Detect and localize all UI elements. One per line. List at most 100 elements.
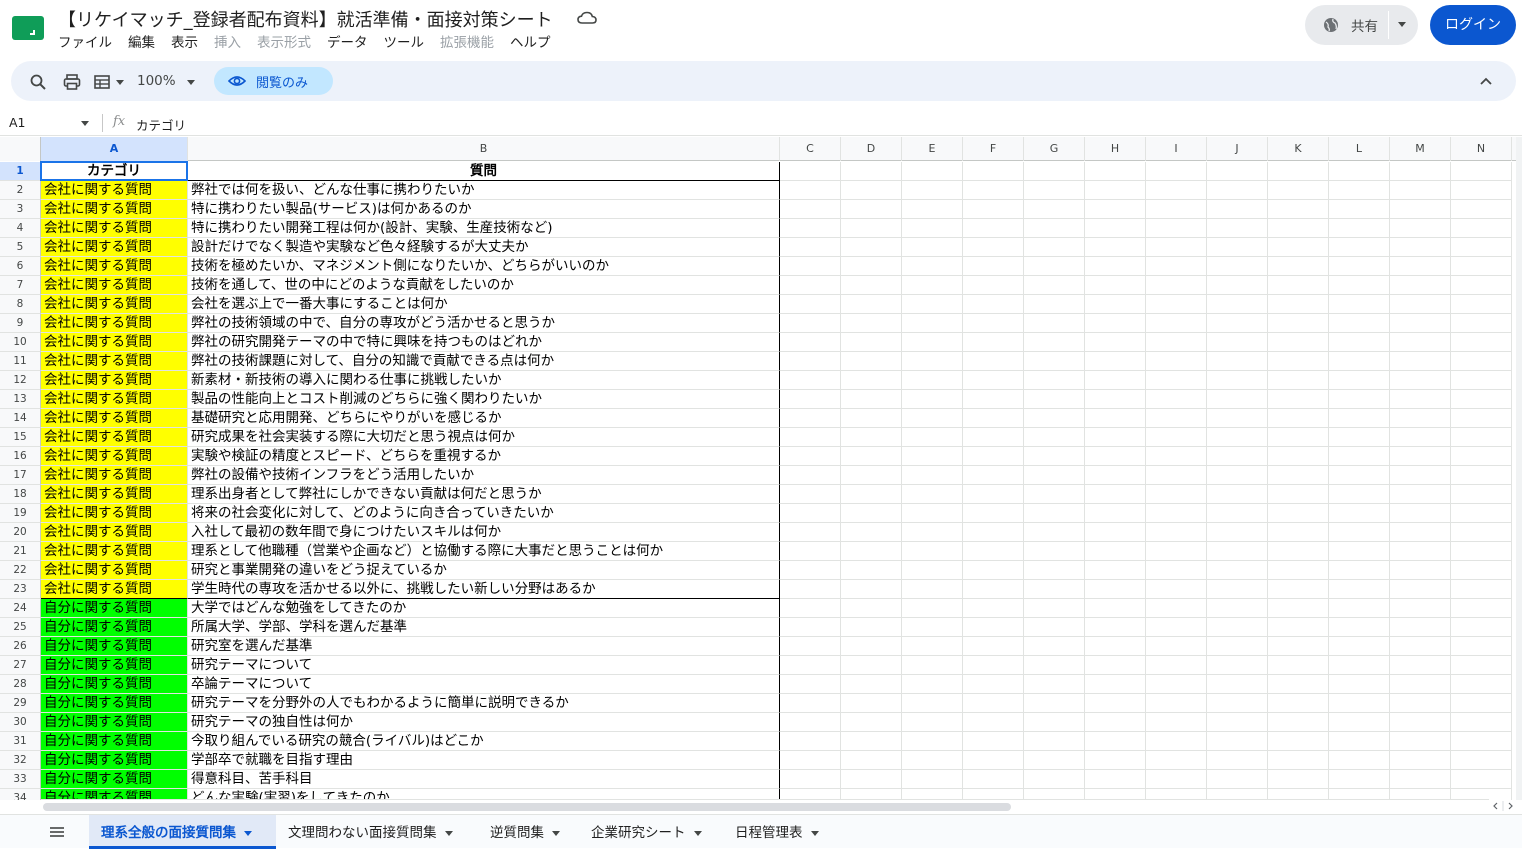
cell[interactable] (780, 599, 841, 618)
row-number[interactable]: 28 (0, 675, 41, 694)
cell[interactable] (1146, 447, 1207, 466)
cell[interactable] (902, 694, 963, 713)
cell[interactable] (1390, 694, 1451, 713)
cell-question[interactable]: 技術を通して、世の中にどのような貢献をしたいのか (188, 276, 780, 295)
cell[interactable] (1207, 561, 1268, 580)
cell-question[interactable]: 卒論テーマについて (188, 675, 780, 694)
chevron-down-icon[interactable] (693, 830, 702, 836)
sheet-tab[interactable]: 企業研究シート (579, 815, 723, 849)
cell[interactable] (1207, 219, 1268, 238)
column-header-k[interactable]: K (1268, 137, 1329, 161)
cell[interactable] (780, 656, 841, 675)
spreadsheet-grid[interactable]: ABCDEFGHIJKLMN 1 カテゴリ 質問 2 会社に関する質問 弊社では何を扱い、… (0, 137, 1522, 800)
formula-input[interactable]: カテゴリ (136, 115, 186, 134)
row-number[interactable]: 12 (0, 371, 41, 390)
cell-category[interactable]: 自分に関する質問 (41, 656, 188, 675)
cell[interactable] (1024, 333, 1085, 352)
cell[interactable] (1268, 257, 1329, 276)
zoom-select[interactable]: 100% (137, 73, 176, 89)
cell[interactable] (902, 485, 963, 504)
cell[interactable] (1024, 694, 1085, 713)
cell-question[interactable]: 学部卒で就職を目指す理由 (188, 751, 780, 770)
cell-category[interactable]: 会社に関する質問 (41, 314, 188, 333)
column-header-b[interactable]: B (188, 137, 780, 161)
column-header-e[interactable]: E (902, 137, 963, 161)
cell[interactable] (1085, 599, 1146, 618)
cell-category[interactable]: 自分に関する質問 (41, 637, 188, 656)
cell[interactable] (1207, 428, 1268, 447)
row-number[interactable]: 26 (0, 637, 41, 656)
cell[interactable] (1024, 162, 1085, 181)
column-header-m[interactable]: M (1390, 137, 1451, 161)
cell[interactable] (1390, 523, 1451, 542)
row-number[interactable]: 34 (0, 789, 41, 800)
column-header-c[interactable]: C (780, 137, 841, 161)
cell[interactable] (1146, 542, 1207, 561)
cell[interactable] (841, 409, 902, 428)
cell[interactable] (780, 181, 841, 200)
cell[interactable] (963, 675, 1024, 694)
all-sheets-menu-icon[interactable] (49, 826, 65, 838)
cell[interactable] (902, 333, 963, 352)
cell[interactable] (1146, 371, 1207, 390)
cell[interactable] (1207, 352, 1268, 371)
cell[interactable] (780, 694, 841, 713)
cell[interactable] (963, 599, 1024, 618)
cell-category[interactable]: 自分に関する質問 (41, 694, 188, 713)
sheet-tab[interactable]: 逆質問集 (478, 815, 579, 849)
sheets-logo-icon[interactable] (12, 16, 44, 40)
cell-category[interactable]: 会社に関する質問 (41, 295, 188, 314)
cell[interactable] (1085, 295, 1146, 314)
cell[interactable] (1024, 637, 1085, 656)
cell[interactable] (963, 618, 1024, 637)
cell-question[interactable]: 質問 (188, 162, 780, 181)
cell-category[interactable]: 会社に関する質問 (41, 428, 188, 447)
cell[interactable] (1268, 656, 1329, 675)
cell[interactable] (1146, 694, 1207, 713)
cell[interactable] (963, 409, 1024, 428)
cell[interactable] (1268, 504, 1329, 523)
cell[interactable] (1390, 485, 1451, 504)
cell[interactable] (1207, 257, 1268, 276)
cell[interactable] (1085, 618, 1146, 637)
cell[interactable] (1329, 637, 1390, 656)
cell[interactable] (1329, 409, 1390, 428)
cell[interactable] (1207, 276, 1268, 295)
row-number[interactable]: 9 (0, 314, 41, 333)
cell[interactable] (902, 542, 963, 561)
cell[interactable] (902, 504, 963, 523)
cell[interactable] (841, 333, 902, 352)
cell[interactable] (1085, 428, 1146, 447)
cell[interactable] (1329, 694, 1390, 713)
cell[interactable] (1451, 637, 1512, 656)
cell[interactable] (1024, 504, 1085, 523)
cell[interactable] (963, 314, 1024, 333)
row-number[interactable]: 2 (0, 181, 41, 200)
cell[interactable] (1085, 770, 1146, 789)
cell[interactable] (841, 732, 902, 751)
cell-question[interactable]: 学生時代の専攻を活かせる以外に、挑戦したい新しい分野はあるか (188, 580, 780, 599)
cell-question[interactable]: 研究と事業開発の違いをどう捉えているか (188, 561, 780, 580)
cell[interactable] (1329, 485, 1390, 504)
cell[interactable] (963, 713, 1024, 732)
cell[interactable] (1146, 257, 1207, 276)
cell[interactable] (1207, 466, 1268, 485)
cell[interactable] (1024, 238, 1085, 257)
cell-question[interactable]: 研究成果を社会実装する際に大切だと思う視点は何か (188, 428, 780, 447)
cell-category[interactable]: カテゴリ (41, 162, 188, 181)
cell[interactable] (1390, 295, 1451, 314)
cell[interactable] (1451, 561, 1512, 580)
cell[interactable] (1146, 675, 1207, 694)
cell[interactable] (963, 485, 1024, 504)
cell-question[interactable]: 理系として他職種（営業や企画など）と協働する際に大事だと思うことは何か (188, 542, 780, 561)
cell[interactable] (780, 390, 841, 409)
cell[interactable] (902, 428, 963, 447)
cell[interactable] (963, 181, 1024, 200)
cell[interactable] (963, 200, 1024, 219)
cell[interactable] (1268, 580, 1329, 599)
cell[interactable] (1451, 257, 1512, 276)
chevron-down-icon[interactable] (810, 830, 819, 836)
cell[interactable] (1268, 333, 1329, 352)
cell[interactable] (841, 238, 902, 257)
cell[interactable] (963, 162, 1024, 181)
